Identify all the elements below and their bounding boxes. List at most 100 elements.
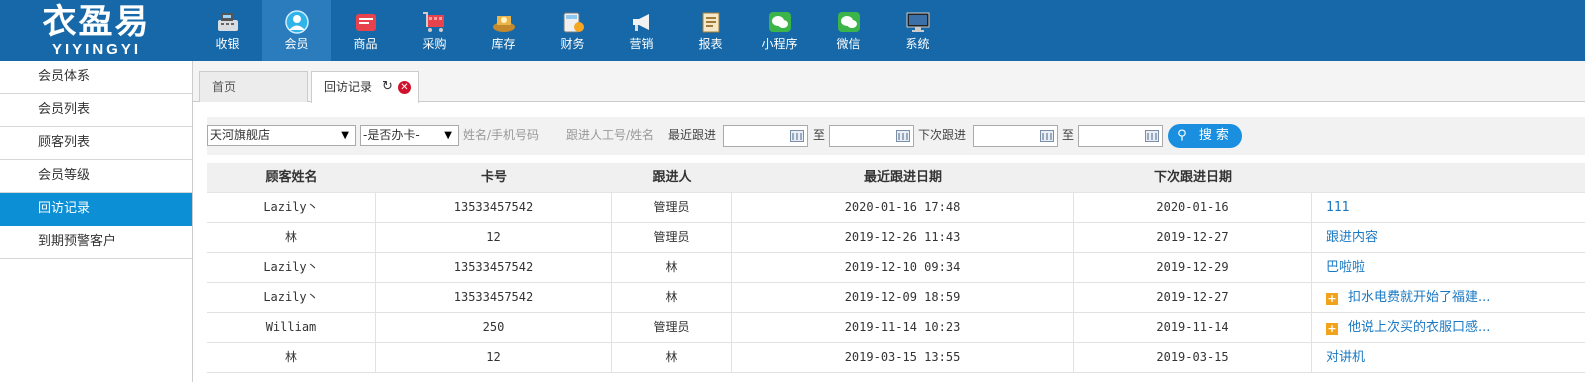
table-row: William 250 管理员 2019-11-14 10:23 2019-11… <box>207 313 1585 343</box>
cell-card-no: 250 <box>376 313 612 342</box>
search-icon: ⚲ <box>1177 128 1191 143</box>
finance-icon <box>560 10 586 34</box>
header-follower: 跟进人 <box>652 170 692 185</box>
table-row: Lazily丶 13533457542 林 2019-12-10 09:34 2… <box>207 253 1585 283</box>
tab-home-label: 首页 <box>212 80 237 94</box>
to-label: 至 <box>1062 128 1075 142</box>
nav-inventory[interactable]: 库存 <box>469 0 538 61</box>
cell-recent-date: 2019-12-09 18:59 <box>732 283 1074 312</box>
cell-card-no: 13533457542 <box>376 193 612 222</box>
nav-report[interactable]: 报表 <box>676 0 745 61</box>
follow-content-link[interactable]: 对讲机 <box>1326 350 1365 365</box>
cart-icon <box>422 10 448 34</box>
visit-records-table: 顾客姓名 卡号 跟进人 最近跟进日期 下次跟进日期 Lazily丶 135334… <box>207 163 1585 373</box>
follower-input[interactable]: 跟进人工号/姓名 <box>566 125 664 146</box>
nav-finance[interactable]: 财务 <box>538 0 607 61</box>
calendar-icon[interactable] <box>1040 130 1054 142</box>
nav-marketing[interactable]: 营销 <box>607 0 676 61</box>
tab-visit-records[interactable]: 回访记录 ↻ ✕ <box>311 71 419 103</box>
sidebar-item-customer-list[interactable]: 顾客列表 <box>0 127 192 160</box>
nav-member[interactable]: 会员 <box>262 0 331 61</box>
calendar-icon[interactable] <box>790 130 804 142</box>
nav-wechat[interactable]: 微信 <box>814 0 883 61</box>
member-icon <box>284 10 310 34</box>
sidebar-item-member-level[interactable]: 会员等级 <box>0 160 192 193</box>
report-icon <box>698 10 724 34</box>
store-select[interactable]: 天河旗舰店 ▼ <box>207 125 356 146</box>
main-nav: 收银 会员 商品 采购 库存 财务 营销 报表 小程序 微信 系统 <box>193 0 952 61</box>
nav-purchase[interactable]: 采购 <box>400 0 469 61</box>
nav-label: 财务 <box>560 37 585 51</box>
table-header: 顾客姓名 卡号 跟进人 最近跟进日期 下次跟进日期 <box>207 163 1585 193</box>
cell-follow-content[interactable]: + 扣水电费就开始了福建... <box>1312 283 1585 312</box>
cell-customer-name: Lazily丶 <box>207 253 376 282</box>
cell-next-date: 2019-12-27 <box>1074 223 1312 252</box>
cell-follower: 林 <box>612 343 732 372</box>
recent-end-date[interactable] <box>829 125 914 147</box>
cell-customer-name: William <box>207 313 376 342</box>
cell-follower: 管理员 <box>612 223 732 252</box>
inventory-icon <box>491 10 517 34</box>
sidebar-item-visit-records[interactable]: 回访记录 <box>0 193 192 226</box>
expand-plus-icon[interactable]: + <box>1326 323 1338 335</box>
filter-bar: 天河旗舰店 ▼ -是否办卡- ▼ 姓名/手机号码 跟进人工号/姓名 最近跟进 至… <box>207 117 1585 155</box>
cell-customer-name: Lazily丶 <box>207 283 376 312</box>
cell-follow-content[interactable]: 111 <box>1312 193 1585 222</box>
table-row: Lazily丶 13533457542 林 2019-12-09 18:59 2… <box>207 283 1585 313</box>
follow-content-link[interactable]: 扣水电费就开始了福建... <box>1348 290 1490 305</box>
logo-cn: 衣盈易 <box>42 2 151 42</box>
cell-follower: 管理员 <box>612 313 732 342</box>
cell-next-date: 2019-12-27 <box>1074 283 1312 312</box>
sidebar: 会员体系 会员列表 顾客列表 会员等级 回访记录 到期预警客户 <box>0 61 193 382</box>
recent-start-date[interactable] <box>723 125 808 147</box>
to-label: 至 <box>813 128 826 142</box>
top-bar: 衣盈易 YIYINGYI 收银 会员 商品 采购 库存 财务 营销 报表 小程序… <box>0 0 1585 61</box>
follow-content-link[interactable]: 111 <box>1326 200 1349 215</box>
monitor-icon <box>905 10 931 34</box>
cell-customer-name: 林 <box>207 223 376 252</box>
cell-follow-content[interactable]: 跟进内容 <box>1312 223 1585 252</box>
sidebar-item-member-system[interactable]: 会员体系 <box>0 61 192 94</box>
nav-cashier[interactable]: 收银 <box>193 0 262 61</box>
megaphone-icon <box>629 10 655 34</box>
next-end-date[interactable] <box>1078 125 1163 147</box>
close-icon[interactable]: ✕ <box>398 81 411 94</box>
dropdown-arrow-icon: ▼ <box>341 130 349 141</box>
follow-content-link[interactable]: 他说上次买的衣服口感... <box>1348 320 1490 335</box>
cell-follow-content[interactable]: 对讲机 <box>1312 343 1585 372</box>
tab-home[interactable]: 首页 <box>199 71 308 102</box>
sidebar-item-expiry-warning[interactable]: 到期预警客户 <box>0 226 192 259</box>
refresh-icon[interactable]: ↻ <box>382 72 393 102</box>
follow-content-link[interactable]: 跟进内容 <box>1326 230 1378 245</box>
nav-label: 微信 <box>836 37 861 51</box>
cell-customer-name: 林 <box>207 343 376 372</box>
next-follow-label: 下次跟进 <box>918 128 967 142</box>
search-button[interactable]: ⚲ 搜索 <box>1168 124 1242 148</box>
next-start-date[interactable] <box>973 125 1058 147</box>
cell-follower: 林 <box>612 253 732 282</box>
nav-label: 营销 <box>629 37 654 51</box>
search-button-label: 搜索 <box>1198 128 1233 143</box>
name-phone-input[interactable]: 姓名/手机号码 <box>463 125 560 146</box>
calendar-icon[interactable] <box>1145 130 1159 142</box>
tab-bar: 首页 回访记录 ↻ ✕ <box>193 61 1585 103</box>
nav-goods[interactable]: 商品 <box>331 0 400 61</box>
cell-next-date: 2019-03-15 <box>1074 343 1312 372</box>
follow-content-link[interactable]: 巴啦啦 <box>1326 260 1365 275</box>
cell-next-date: 2020-01-16 <box>1074 193 1312 222</box>
cell-follower: 管理员 <box>612 193 732 222</box>
cell-follow-content[interactable]: + 他说上次买的衣服口感... <box>1312 313 1585 342</box>
cell-card-no: 13533457542 <box>376 253 612 282</box>
nav-miniprogram[interactable]: 小程序 <box>745 0 814 61</box>
nav-label: 采购 <box>422 37 447 51</box>
card-status-select[interactable]: -是否办卡- ▼ <box>360 125 459 146</box>
cell-follower: 林 <box>612 283 732 312</box>
nav-label: 系统 <box>905 37 930 51</box>
header-card-no: 卡号 <box>480 170 507 185</box>
sidebar-item-member-list[interactable]: 会员列表 <box>0 94 192 127</box>
nav-system[interactable]: 系统 <box>883 0 952 61</box>
cell-follow-content[interactable]: 巴啦啦 <box>1312 253 1585 282</box>
header-next-date: 下次跟进日期 <box>1153 170 1232 185</box>
calendar-icon[interactable] <box>896 130 910 142</box>
expand-plus-icon[interactable]: + <box>1326 293 1338 305</box>
